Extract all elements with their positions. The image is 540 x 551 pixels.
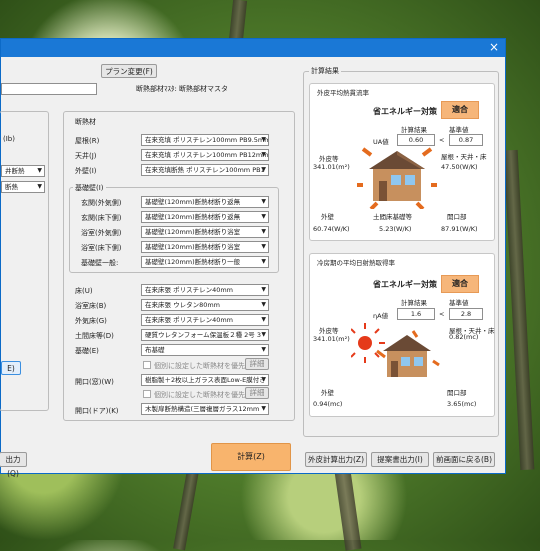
- ua-compare: <: [439, 136, 445, 144]
- prefer-individual-checkbox-1[interactable]: [143, 361, 151, 369]
- eta-wall-value: 0.94(mc): [313, 400, 343, 408]
- ua-std-value: 0.87: [449, 134, 483, 146]
- prefer-individual-label-2: 個別に設定した断熱材を優先: [154, 391, 245, 399]
- ceiling-combo[interactable]: 在来充填 ポリスチレン100mm PB12mm ▼: [141, 149, 269, 161]
- eta-judge-badge: 適合: [441, 275, 479, 293]
- prefer-individual-label-1: 個別に設定した断熱材を優先: [154, 362, 245, 370]
- skin-calc-output-button[interactable]: 外皮計算出力(Z): [305, 452, 367, 467]
- insulation-master-label: 断熱部材ﾏｽﾀ:: [136, 85, 177, 93]
- outside-floor-combo[interactable]: 在来床張 ポリスチレン40mm ▼: [141, 314, 269, 326]
- ua-calc-header: 計算結果: [401, 126, 427, 134]
- ua-policy-label: 省エネルギー対策: [373, 107, 437, 116]
- bath-outside-label: 浴室(外気側): [81, 229, 122, 237]
- door-label: 開口(ドア)(K): [75, 407, 119, 415]
- roof-combo[interactable]: 在来充填 ポリスチレン100mm PB9.5mm ▼: [141, 134, 269, 146]
- entrance-outside-label: 玄関(外気側): [81, 199, 122, 207]
- bath-floor-label: 浴室床(B): [75, 302, 107, 310]
- eta-label: ηA値: [373, 312, 389, 320]
- bath-underfloor-label: 浴室(床下側): [81, 244, 122, 252]
- floor-combo[interactable]: 在来床張 ポリスチレン40mm ▼: [141, 284, 269, 296]
- calculate-button[interactable]: 計算(Z): [211, 443, 291, 471]
- prefer-individual-checkbox-2[interactable]: [143, 390, 151, 398]
- ua-wall-value: 60.74(W/K): [313, 225, 350, 233]
- bath-outside-combo[interactable]: 基礎壁(120mm)断熱材断り浴室 ▼: [141, 226, 269, 238]
- window-combo[interactable]: 樹脂製＋2枚以上ガラス表面Low-E膜付き ▼: [141, 374, 269, 386]
- entrance-underfloor-label: 玄関(床下側): [81, 214, 122, 222]
- ceiling-label: 天井(J): [75, 152, 97, 160]
- outer-wall-combo[interactable]: 在来充填断熱 ポリスチレン100mm PB1 ▼: [141, 164, 269, 176]
- house-solar-gain-illustration: [351, 323, 440, 377]
- plan-change-button[interactable]: プラン変更(F): [101, 64, 157, 78]
- foundation-general-combo[interactable]: 基礎壁(120mm)断熱材断り一般 ▼: [141, 256, 269, 268]
- ua-earth-value: 5.23(W/K): [379, 225, 412, 233]
- close-icon[interactable]: ×: [489, 40, 499, 54]
- eta-std-value: 2.8: [449, 308, 483, 320]
- eta-wall-label: 外壁: [321, 389, 334, 397]
- wall-type-combo[interactable]: 断熱 ▼: [1, 181, 45, 193]
- tree-trunk: [173, 469, 199, 551]
- entrance-underfloor-combo[interactable]: 基礎壁(120mm)断熱材断り返無 ▼: [141, 211, 269, 223]
- foundation-combo[interactable]: 布基礎 ▼: [141, 344, 269, 356]
- back-button[interactable]: 前画面に戻る(B): [433, 452, 495, 467]
- door-combo[interactable]: 木製扉断熱構造(三層複層ガラス12mm ▼: [141, 403, 269, 415]
- ua-area-label: 外皮等: [319, 155, 339, 163]
- floor-label: 床(U): [75, 287, 93, 295]
- insulation-master-value: 断熱部材マスタ: [179, 85, 228, 93]
- ua-std-header: 基準値: [449, 126, 469, 134]
- outside-floor-label: 外気床(G): [75, 317, 107, 325]
- ua-wall-label: 外壁: [321, 213, 334, 221]
- ua-open-value: 87.91(W/K): [441, 225, 478, 233]
- eta-value: 1.6: [397, 308, 435, 320]
- output-button-left[interactable]: 出力(Q): [0, 452, 27, 478]
- window-label: 開口(窓)(W): [75, 378, 114, 386]
- proposal-output-button[interactable]: 提案書出力(I): [371, 452, 429, 467]
- top-left-combo[interactable]: [1, 83, 97, 95]
- ua-judge-badge: 適合: [441, 101, 479, 119]
- foundation-general-label: 基礎壁一般:: [81, 259, 119, 267]
- e-button[interactable]: E): [1, 361, 21, 375]
- tree-trunk: [334, 469, 362, 551]
- eta-compare: <: [439, 310, 445, 318]
- eta-roof-value: 0.82(mc): [449, 333, 479, 341]
- eta-panel-title: 冷房期の平均日射熱取得率: [317, 259, 395, 267]
- entrance-outside-combo[interactable]: 基礎壁(120mm)断熱材断り返無 ▼: [141, 196, 269, 208]
- earth-floor-label: 土間床等(D): [75, 332, 114, 340]
- foundation-label: 基礎(E): [75, 347, 99, 355]
- bath-floor-combo[interactable]: 在来床張 ウレタン80mm ▼: [141, 299, 269, 311]
- ceiling-type-combo[interactable]: 井断熱 ▼: [1, 165, 45, 177]
- eta-area-label: 外皮等: [319, 327, 339, 335]
- main-window: × 度▼ プラン変更(F) 断熱部材ﾏｽﾀ: 断熱部材マスタ (Ib) 井断熱▼…: [0, 38, 506, 478]
- eta-policy-label: 省エネルギー対策: [373, 280, 437, 289]
- foundation-group-title: 基礎壁(I): [73, 183, 106, 193]
- eta-open-label: 開口部: [447, 389, 467, 397]
- left-fragment-label: (Ib): [3, 135, 15, 143]
- ua-earth-label: 土間床基礎等: [373, 213, 412, 221]
- tree-trunk: [503, 149, 535, 471]
- ua-roof-value: 47.50(W/K): [441, 163, 478, 171]
- detail-button-2[interactable]: 詳細: [245, 387, 269, 399]
- detail-button-1[interactable]: 詳細: [245, 358, 269, 370]
- eta-calc-header: 計算結果: [401, 299, 427, 307]
- ua-roof-label: 屋根・天井・床: [441, 153, 487, 161]
- eta-area-value: 341.01(m²): [313, 335, 350, 343]
- outer-wall-label: 外壁(I): [75, 167, 97, 175]
- ua-area-value: 341.01(m²): [313, 163, 350, 171]
- ua-open-label: 開口部: [447, 213, 467, 221]
- ua-panel-title: 外皮平均熱貫流率: [317, 89, 369, 97]
- eta-std-header: 基準値: [449, 299, 469, 307]
- insulation-group-title: 断熱材: [73, 117, 98, 127]
- title-bar: ×: [1, 39, 505, 57]
- house-heat-loss-illustration: [357, 147, 437, 209]
- result-group-title: 計算結果: [309, 66, 341, 76]
- bath-underfloor-combo[interactable]: 基礎壁(120mm)断熱材断り浴室 ▼: [141, 241, 269, 253]
- earth-floor-combo[interactable]: 硬質ウレタンフォーム保温板２種 2号 3 ▼: [141, 329, 269, 341]
- roof-label: 屋根(R): [75, 137, 100, 145]
- eta-open-value: 3.65(mc): [447, 400, 477, 408]
